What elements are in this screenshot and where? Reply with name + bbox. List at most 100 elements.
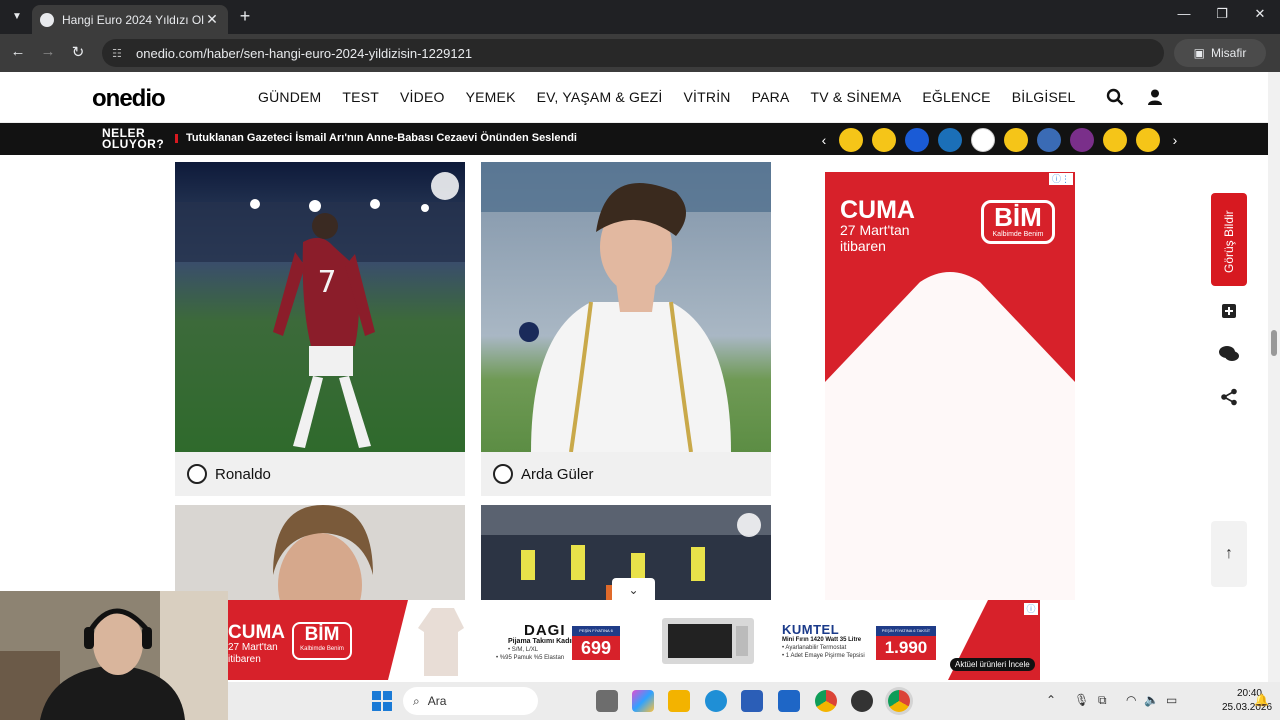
menu-item-test[interactable]: TEST: [342, 89, 379, 105]
quiz-option-label: Arda Güler: [521, 465, 594, 483]
menu-item-gundem[interactable]: GÜNDEM: [258, 89, 321, 105]
file-explorer-icon[interactable]: [668, 690, 690, 712]
quiz-option-arda-guler[interactable]: Arda Güler: [493, 464, 594, 484]
svg-text:7: 7: [317, 265, 336, 300]
menu-item-video[interactable]: VİDEO: [400, 89, 445, 105]
smile-face-icon[interactable]: [872, 128, 896, 152]
reload-icon[interactable]: ↻: [68, 43, 88, 61]
dk-logo-icon[interactable]: [971, 128, 995, 152]
product1-name: Pijama Takımı Kadın: [508, 638, 576, 645]
quiz-option-card-arda-guler[interactable]: Arda Güler: [481, 162, 771, 496]
wifi-icon[interactable]: ◠: [1126, 693, 1136, 707]
user-icon[interactable]: [1146, 88, 1164, 106]
shop-cta-button[interactable]: Aktüel ürünleri İncele: [950, 658, 1035, 671]
a101-logo-icon[interactable]: [1004, 128, 1028, 152]
sad-face-icon[interactable]: [839, 128, 863, 152]
right-ad-banner[interactable]: CUMA 27 Mart'tan itibaren BİM Kalbimde B…: [825, 172, 1075, 600]
url-field[interactable]: ☷ onedio.com/haber/sen-hangi-euro-2024-y…: [102, 39, 1164, 67]
product1-brand: DAGI: [524, 622, 566, 639]
menu-item-eglence[interactable]: EĞLENCE: [922, 89, 990, 105]
browser-tab[interactable]: Hangi Euro 2024 Yıldızı Olduğu ✕: [32, 5, 228, 34]
philips-logo-icon[interactable]: [905, 128, 929, 152]
tab-search-icon[interactable]: ▼: [8, 8, 26, 26]
profile-label: Misafir: [1211, 46, 1247, 60]
radio-circle-icon[interactable]: [493, 464, 513, 484]
pajama-product-image: [418, 608, 464, 676]
back-icon[interactable]: ←: [8, 43, 28, 60]
task-view-icon[interactable]: [596, 690, 618, 712]
tab-title: Hangi Euro 2024 Yıldızı Olduğu: [62, 12, 204, 27]
notification-bell-icon[interactable]: 🔔: [1254, 693, 1269, 707]
menu-item-yemek[interactable]: YEMEK: [466, 89, 516, 105]
collapse-ad-button[interactable]: ⌄: [612, 578, 655, 602]
chrome-active-icon[interactable]: [888, 690, 910, 712]
yellow-badge-icon[interactable]: [1103, 128, 1127, 152]
bottom-ad-banner[interactable]: CUMA 27 Mart'tan itibaren BİM Kalbimde B…: [228, 600, 1040, 680]
quiz-option-card-next-1[interactable]: [175, 505, 465, 600]
quiz-option-label: Ronaldo: [215, 465, 271, 483]
menu-item-para[interactable]: PARA: [752, 89, 790, 105]
bottom-ad-date-line1: 27 Mart'tan: [228, 642, 278, 653]
battery-icon[interactable]: ▭: [1166, 693, 1177, 707]
radio-circle-icon[interactable]: [187, 464, 207, 484]
comments-icon[interactable]: [1211, 336, 1247, 372]
close-tab-icon[interactable]: ✕: [204, 11, 220, 28]
quiz-option-ronaldo[interactable]: Ronaldo: [187, 464, 271, 484]
ticker-label-line2: OLUYOR?: [102, 137, 165, 151]
menu-item-tv-sinema[interactable]: TV & SİNEMA: [810, 89, 901, 105]
site-logo[interactable]: onedio: [92, 85, 166, 113]
copilot-icon[interactable]: [632, 690, 654, 712]
bookmark-add-icon[interactable]: [1211, 293, 1247, 329]
taskbar-search-icon: ⌕: [413, 693, 420, 708]
ad-info-icon[interactable]: ⓘ⋮: [1049, 173, 1073, 185]
menu-item-bilgisel[interactable]: BİLGİSEL: [1012, 89, 1076, 105]
star-badge-icon[interactable]: [1037, 128, 1061, 152]
onedio-favicon-icon: [40, 12, 54, 27]
share-icon[interactable]: [1211, 379, 1247, 415]
edge-icon[interactable]: [705, 690, 727, 712]
restore-icon[interactable]: ❐: [1212, 6, 1232, 22]
ad-day: CUMA: [840, 196, 915, 224]
new-tab-icon[interactable]: +: [236, 6, 254, 27]
store-icon[interactable]: [741, 690, 763, 712]
product1-spec1: • S/M, L/XL: [508, 647, 539, 653]
microphone-icon[interactable]: 🎙: [1074, 693, 1089, 707]
pink-badge-icon[interactable]: [1070, 128, 1094, 152]
webcam-overlay: [0, 591, 228, 720]
bim-logo-text: BİM: [994, 202, 1042, 232]
site-info-icon[interactable]: ☷: [112, 47, 126, 60]
scrollbar-thumb[interactable]: [1271, 330, 1277, 356]
close-window-icon[interactable]: ✕: [1250, 6, 1270, 22]
forward-icon[interactable]: →: [38, 43, 58, 60]
oven-product-image: [662, 618, 754, 664]
onedio-orange-logo-icon[interactable]: [938, 128, 962, 152]
chevron-right-icon[interactable]: ›: [1169, 132, 1181, 148]
ticker-headline[interactable]: Tutuklanan Gazeteci İsmail Arı'nın Anne-…: [175, 132, 577, 144]
bottom-ad-info-icon[interactable]: ⓘ: [1024, 603, 1038, 615]
taskbar-search[interactable]: ⌕ Ara: [403, 687, 538, 715]
scroll-to-top-button[interactable]: ↑: [1211, 521, 1247, 587]
windows-start-icon[interactable]: [371, 690, 393, 712]
product2-name: Mini Fırın 1420 Watt 35 Litre: [782, 637, 862, 643]
tray-chevron-icon[interactable]: ⌃: [1046, 693, 1056, 707]
bottom-ad-date-line2: itibaren: [228, 654, 261, 665]
page-scrollbar[interactable]: [1268, 72, 1280, 682]
obs-icon[interactable]: [851, 690, 873, 712]
volume-icon[interactable]: 🔈: [1144, 693, 1159, 707]
menu-item-ev-yasam-gezi[interactable]: EV, YAŞAM & GEZİ: [537, 89, 663, 105]
main-menu: GÜNDEM TEST VİDEO YEMEK EV, YAŞAM & GEZİ…: [258, 89, 1097, 105]
profile-icon: ▣: [1193, 46, 1205, 60]
taskbar-search-label: Ara: [427, 694, 447, 708]
minimize-icon[interactable]: —: [1174, 6, 1194, 21]
product1-price: 699: [572, 636, 620, 660]
vpn-shield-icon[interactable]: [778, 690, 800, 712]
capture-icon[interactable]: ⧉: [1098, 693, 1107, 708]
search-icon[interactable]: [1106, 88, 1124, 106]
chrome-icon[interactable]: [815, 690, 837, 712]
menu-item-vitrin[interactable]: VİTRİN: [684, 89, 731, 105]
chevron-left-icon[interactable]: ‹: [818, 132, 830, 148]
profile-button[interactable]: ▣ Misafir: [1174, 39, 1266, 67]
feedback-button[interactable]: Görüş Bildir: [1211, 193, 1247, 286]
glasses-icon[interactable]: [1136, 128, 1160, 152]
quiz-option-card-ronaldo[interactable]: 7 Ronaldo: [175, 162, 465, 496]
